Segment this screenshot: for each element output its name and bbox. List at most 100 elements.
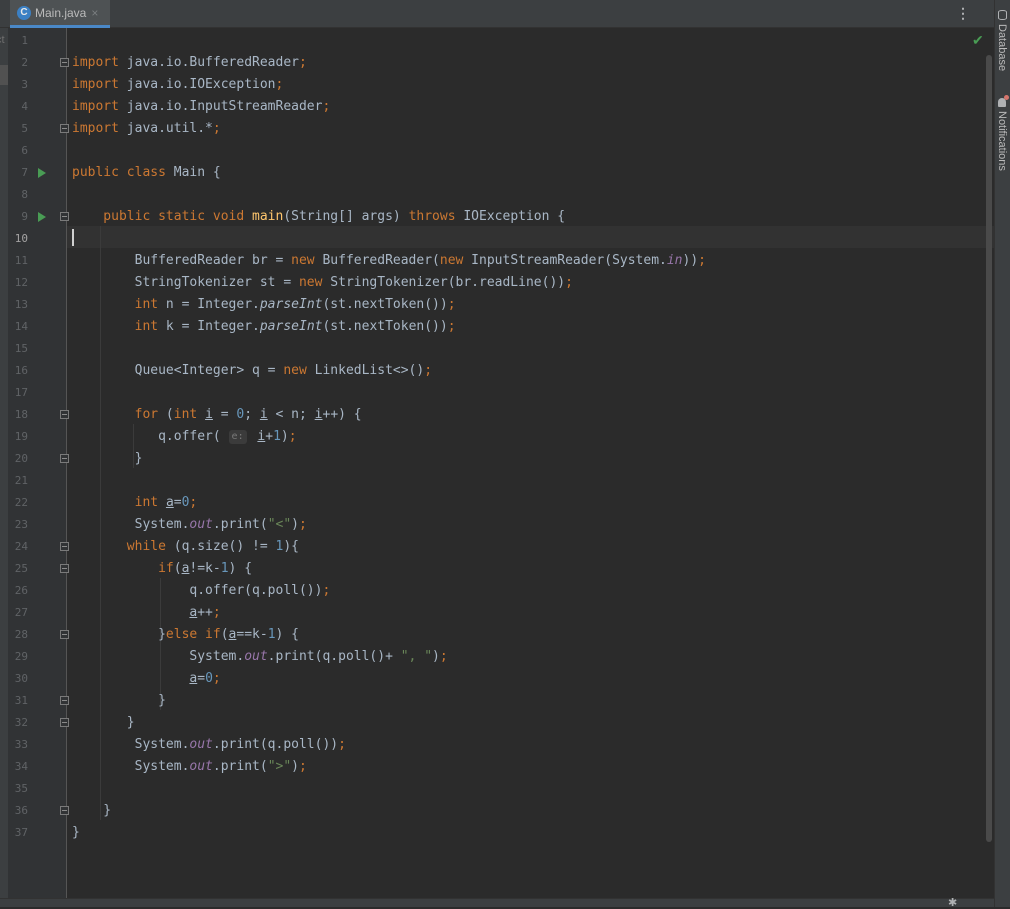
code-token: i bbox=[205, 407, 213, 422]
code-token: throws bbox=[408, 209, 456, 224]
line-number: 25 bbox=[14, 562, 28, 575]
code-line[interactable]: import java.io.BufferedReader; bbox=[72, 52, 307, 74]
code-token: ( bbox=[158, 407, 174, 422]
fold-marker-icon[interactable] bbox=[60, 806, 69, 815]
code-token: } bbox=[72, 451, 143, 466]
code-token: ) bbox=[432, 649, 440, 664]
code-line[interactable]: q.offer(q.poll()); bbox=[72, 580, 330, 602]
text-caret bbox=[72, 229, 74, 246]
code-token: else if bbox=[165, 627, 221, 642]
line-number: 35 bbox=[14, 782, 28, 795]
code-line[interactable]: for (int i = 0; i < n; i++) { bbox=[72, 404, 362, 426]
notifications-panel-button[interactable]: Notifications bbox=[996, 95, 1009, 171]
fold-marker-icon[interactable] bbox=[60, 124, 69, 133]
more-options-icon[interactable]: ⋮ bbox=[956, 6, 970, 20]
code-line[interactable]: } bbox=[72, 800, 111, 822]
code-line[interactable]: } bbox=[72, 690, 166, 712]
database-icon bbox=[997, 10, 1007, 20]
fold-marker-icon[interactable] bbox=[60, 630, 69, 639]
code-token: ; bbox=[299, 759, 307, 774]
code-token: new bbox=[298, 275, 323, 290]
code-token: } bbox=[72, 803, 112, 818]
code-token: ) bbox=[291, 759, 299, 774]
run-gutter-icon[interactable] bbox=[38, 168, 46, 178]
fold-marker-icon[interactable] bbox=[60, 718, 69, 727]
code-token: ; bbox=[698, 253, 706, 268]
fold-marker-icon[interactable] bbox=[60, 542, 69, 551]
line-number: 20 bbox=[14, 452, 28, 465]
code-line[interactable]: public class Main { bbox=[72, 162, 221, 184]
code-line[interactable]: int a=0; bbox=[72, 492, 198, 514]
code-token: ( bbox=[173, 561, 182, 576]
code-token: ){ bbox=[283, 539, 299, 554]
java-class-icon: C bbox=[17, 5, 31, 20]
code-line[interactable]: a++; bbox=[72, 602, 221, 624]
code-line[interactable]: System.out.print(q.poll()+ ", "); bbox=[72, 646, 447, 668]
code-line[interactable]: BufferedReader br = new BufferedReader(n… bbox=[72, 250, 706, 272]
line-number: 1 bbox=[21, 34, 28, 47]
code-line[interactable]: import java.util.*; bbox=[72, 118, 221, 140]
code-line[interactable]: StringTokenizer st = new StringTokenizer… bbox=[72, 272, 573, 294]
code-token: ==k- bbox=[236, 627, 268, 642]
code-token: q.offer(q.poll()) bbox=[72, 583, 323, 598]
code-line[interactable]: System.out.print("<"); bbox=[72, 514, 307, 536]
scrollbar-thumb[interactable] bbox=[986, 55, 992, 842]
code-line[interactable]: import java.io.IOException; bbox=[72, 74, 283, 96]
code-token: )) bbox=[682, 253, 699, 268]
no-problems-check-icon[interactable]: ✔ bbox=[972, 32, 984, 49]
project-panel-label[interactable]: ct bbox=[0, 34, 5, 46]
line-number: 11 bbox=[14, 254, 28, 267]
database-panel-button[interactable]: Database bbox=[996, 10, 1008, 71]
fold-marker-icon[interactable] bbox=[60, 454, 69, 463]
line-number: 31 bbox=[14, 694, 28, 707]
line-number: 14 bbox=[14, 320, 28, 333]
line-number: 23 bbox=[14, 518, 28, 531]
fold-marker-icon[interactable] bbox=[60, 564, 69, 573]
code-token: out bbox=[244, 649, 268, 664]
code-line[interactable]: } bbox=[72, 822, 80, 844]
line-number: 28 bbox=[14, 628, 28, 641]
code-token: } bbox=[72, 693, 166, 708]
fold-marker-icon[interactable] bbox=[60, 212, 69, 221]
code-line[interactable]: int k = Integer.parseInt(st.nextToken())… bbox=[72, 316, 456, 338]
code-token: LinkedList<>() bbox=[306, 363, 425, 378]
code-line[interactable]: } bbox=[72, 448, 143, 470]
code-line[interactable]: int n = Integer.parseInt(st.nextToken())… bbox=[72, 294, 456, 316]
code-line[interactable]: while (q.size() != 1){ bbox=[72, 536, 299, 558]
code-token: ; bbox=[212, 605, 221, 620]
code-line[interactable]: Queue<Integer> q = new LinkedList<>(); bbox=[72, 360, 432, 382]
code-token: ; bbox=[275, 77, 284, 92]
code-token: parseInt bbox=[259, 297, 323, 312]
code-line[interactable]: if(a!=k-1) { bbox=[72, 558, 252, 580]
fold-marker-icon[interactable] bbox=[60, 410, 69, 419]
code-token: (st.nextToken()) bbox=[322, 319, 448, 334]
code-token: ; bbox=[298, 55, 307, 70]
code-token: ; bbox=[447, 319, 456, 334]
code-token: int bbox=[173, 407, 198, 422]
line-number: 6 bbox=[21, 144, 28, 157]
code-line[interactable]: q.offer( e: i+1); bbox=[72, 426, 296, 448]
code-line[interactable]: } bbox=[72, 712, 135, 734]
code-line[interactable]: public static void main(String[] args) t… bbox=[72, 206, 565, 228]
code-line[interactable]: System.out.print(">"); bbox=[72, 756, 307, 778]
code-token: java.io.InputStreamReader bbox=[118, 99, 323, 114]
code-line[interactable]: System.out.print(q.poll()); bbox=[72, 734, 346, 756]
fold-marker-icon[interactable] bbox=[60, 58, 69, 67]
code-token: ; bbox=[424, 363, 433, 378]
tab-main-java[interactable]: C Main.java × bbox=[10, 0, 110, 28]
code-line[interactable]: import java.io.InputStreamReader; bbox=[72, 96, 330, 118]
code-token: (st.nextToken()) bbox=[322, 297, 448, 312]
code-line[interactable]: }else if(a==k-1) { bbox=[72, 624, 299, 646]
code-line[interactable]: a=0; bbox=[72, 668, 220, 690]
run-gutter-icon[interactable] bbox=[38, 212, 46, 222]
fold-marker-icon[interactable] bbox=[60, 696, 69, 705]
code-token: java.io.IOException bbox=[118, 77, 276, 92]
tab-close-icon[interactable]: × bbox=[91, 6, 98, 20]
code-token: int bbox=[134, 319, 159, 334]
line-number: 32 bbox=[14, 716, 28, 729]
